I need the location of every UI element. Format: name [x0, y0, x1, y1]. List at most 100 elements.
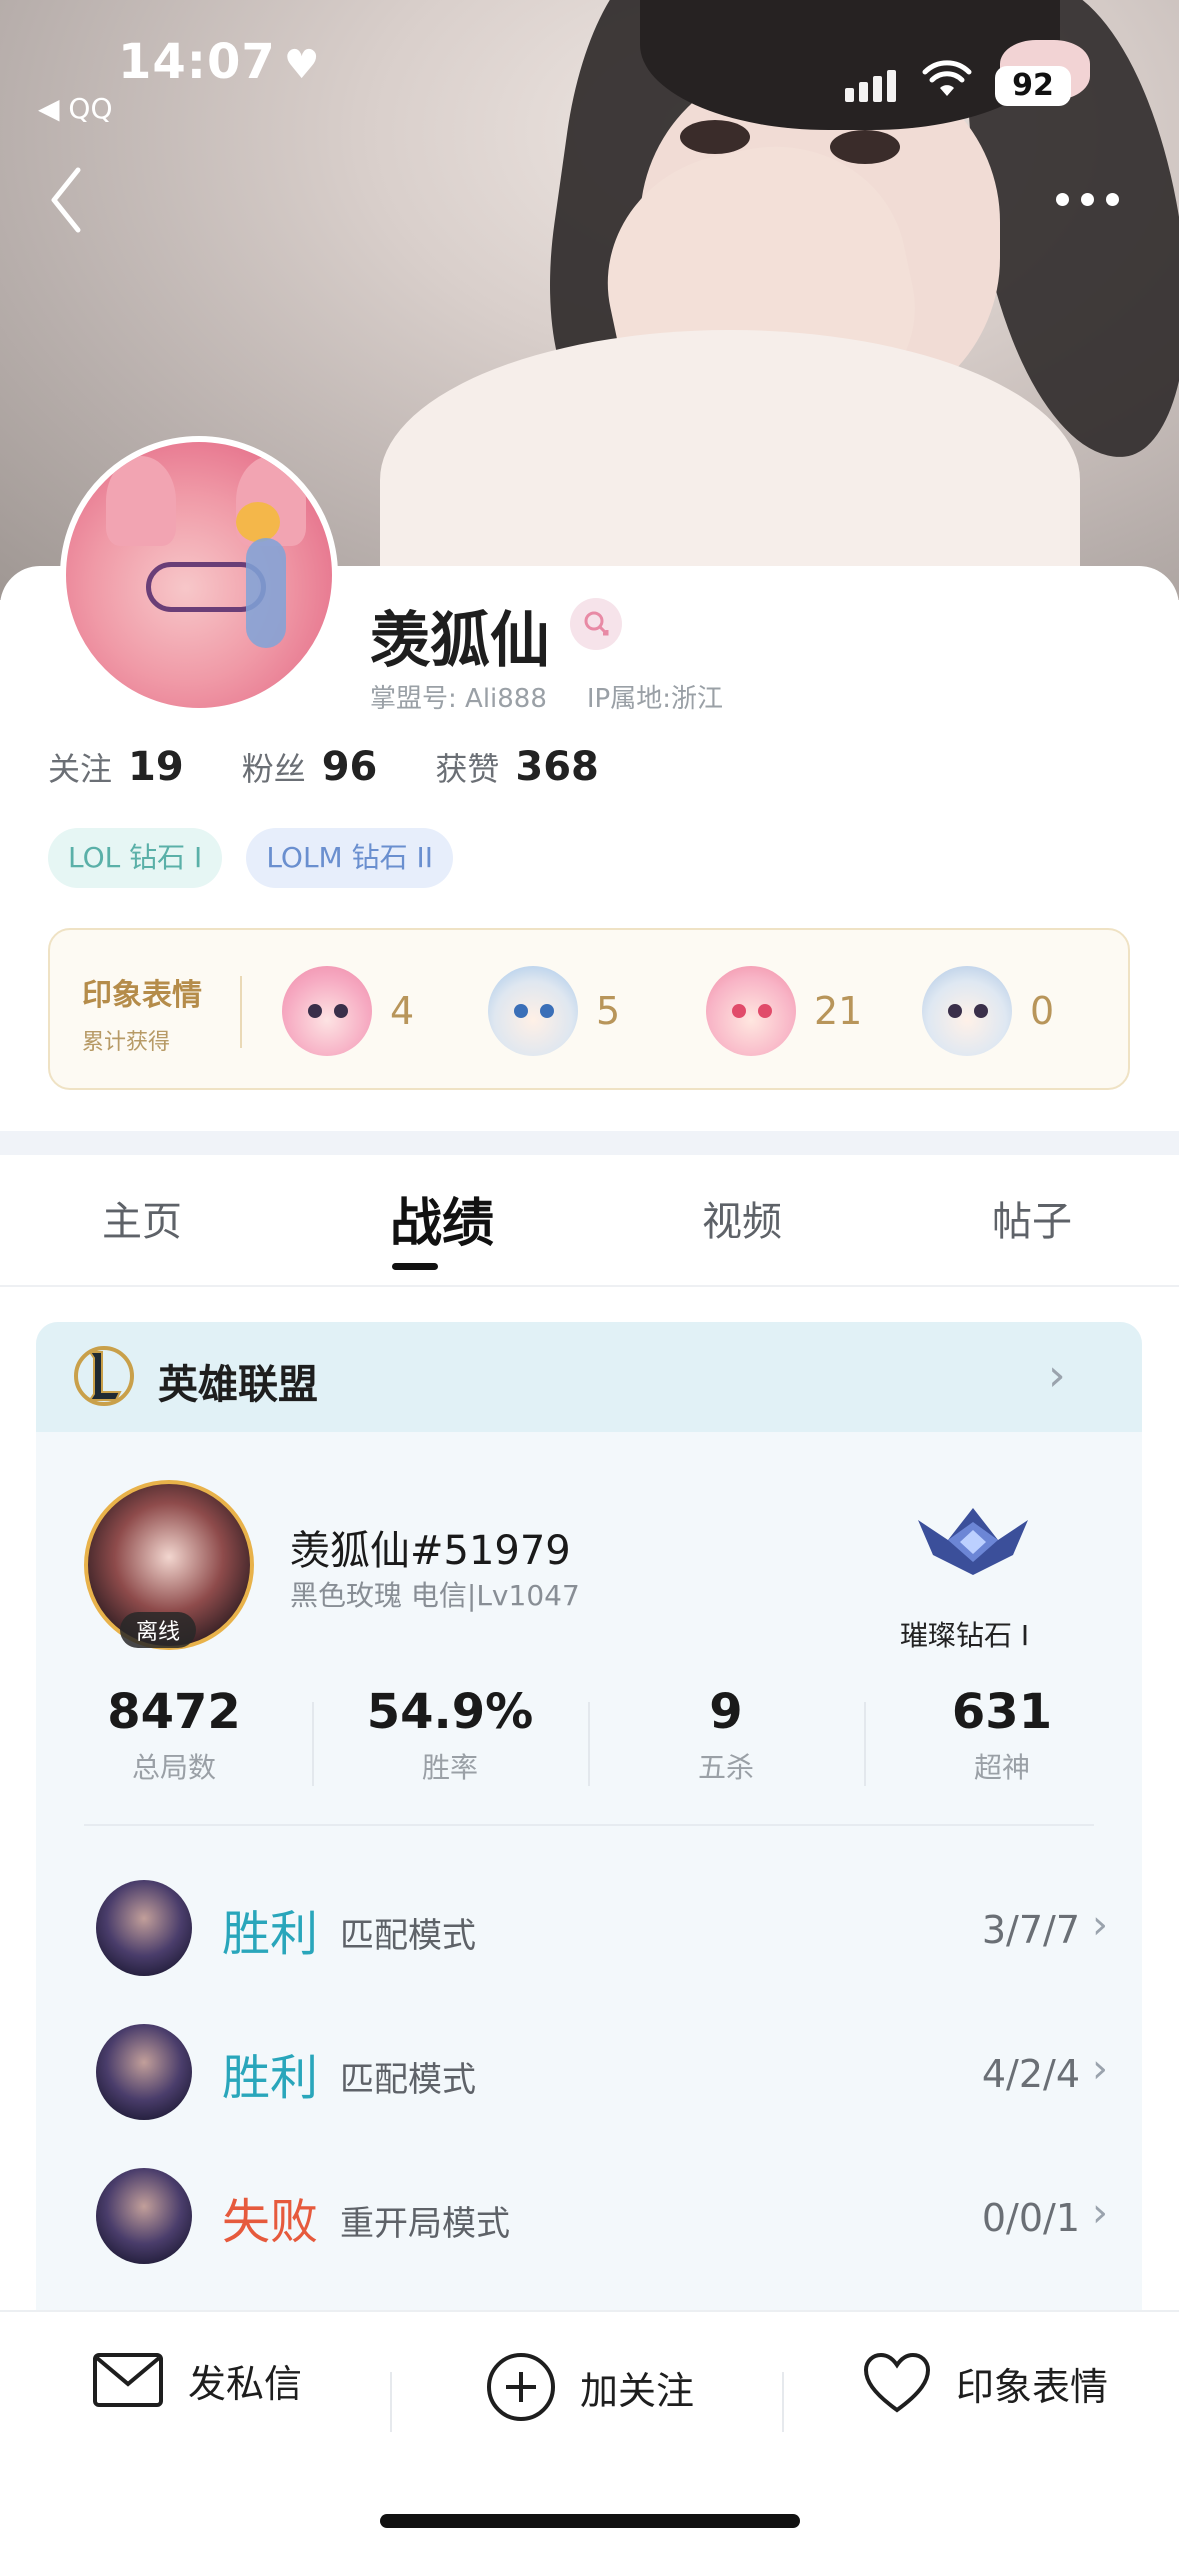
- user-avatar[interactable]: [60, 436, 338, 714]
- match-result: 失败: [222, 2194, 319, 2250]
- match-row[interactable]: 失败 重开局模式 0/0/1 ›: [36, 2156, 1142, 2276]
- game-title: 英雄联盟: [158, 1362, 318, 1408]
- kpi-label: 总局数: [131, 1751, 216, 1784]
- profile-stats: 关注 19 粉丝 96 获赞 368: [48, 744, 599, 790]
- kpi-value: 8472: [107, 1684, 241, 1740]
- tab-videos[interactable]: 视频: [702, 1189, 782, 1247]
- kpi-label: 五杀: [697, 1751, 754, 1784]
- ip-location: 浙江: [671, 684, 724, 714]
- stat-label: 获赞: [435, 750, 500, 788]
- divider: [240, 976, 242, 1048]
- impression-emoji-label: 印象表情: [956, 2364, 1109, 2409]
- match-kda: 4/2/4: [981, 2052, 1080, 2096]
- stat-likes: 获赞 368: [435, 744, 599, 790]
- kpi-value: 54.9%: [366, 1684, 534, 1740]
- ip-label: IP属地:: [586, 684, 671, 714]
- tab-posts[interactable]: 帖子: [992, 1189, 1072, 1247]
- kpi-total-games: 8472 总局数: [36, 1684, 312, 1786]
- tier-name: 璀璨钻石 I: [900, 1619, 1030, 1652]
- match-mode: 匹配模式: [340, 2060, 476, 2100]
- kpi-row: 8472 总局数 54.9% 胜率 9 五杀 631 超神: [36, 1684, 1142, 1794]
- chevron-right-icon: ›: [1092, 2190, 1108, 2236]
- match-row[interactable]: 胜利 匹配模式 4/2/4 ›: [36, 2012, 1142, 2132]
- match-kda: 3/7/7: [981, 1908, 1080, 1952]
- impression-count: 5: [596, 989, 621, 1033]
- send-message-button[interactable]: 发私信: [92, 2352, 302, 2408]
- match-row[interactable]: 胜利 匹配模式 3/7/7 ›: [36, 1868, 1142, 1988]
- account-id: Ali888: [465, 684, 547, 714]
- follow-button[interactable]: 加关注: [486, 2352, 694, 2422]
- chevron-right-icon: ›: [1092, 2046, 1108, 2092]
- profile-meta: 掌盟号: Ali888 IP属地:浙江: [370, 678, 723, 715]
- female-gender-icon: [570, 598, 622, 650]
- divider: [782, 2372, 784, 2432]
- section-divider: [0, 1131, 1179, 1155]
- kpi-pentakills: 9 五杀: [588, 1684, 864, 1786]
- back-arrow-icon[interactable]: [44, 160, 94, 240]
- champion-avatar: [96, 1880, 192, 1976]
- stat-value: 19: [128, 744, 184, 790]
- back-to-app-link[interactable]: ◀ QQ: [38, 92, 113, 125]
- impression-item[interactable]: 4: [282, 966, 414, 1056]
- game-record-card: 英雄联盟 › 离线 羡狐仙#51979 黑色玫瑰 电信|Lv1047 璀璨钻石 …: [36, 1322, 1142, 2322]
- champion-avatar: [96, 2024, 192, 2120]
- stat-following[interactable]: 关注 19: [48, 744, 184, 790]
- match-mode: 匹配模式: [340, 1916, 476, 1956]
- rank-tag-lolm[interactable]: LOLM 钻石 II: [246, 828, 454, 888]
- impression-item[interactable]: 5: [488, 966, 620, 1056]
- league-of-legends-logo-icon: [74, 1346, 134, 1406]
- match-kda: 0/0/1: [981, 2196, 1080, 2240]
- stat-label: 粉丝: [241, 750, 306, 788]
- divider: [390, 2372, 392, 2432]
- heart-icon: ♥: [283, 42, 321, 88]
- active-tab-indicator: [392, 1263, 438, 1270]
- tab-home[interactable]: 主页: [102, 1189, 182, 1247]
- kpi-value: 9: [709, 1684, 743, 1740]
- summoner-server: 黑色玫瑰 电信|Lv1047: [290, 1579, 580, 1612]
- stat-value: 368: [515, 744, 599, 790]
- impression-count: 4: [390, 989, 415, 1033]
- impression-emoji-button[interactable]: 印象表情: [862, 2352, 1108, 2414]
- rank-tag-lol[interactable]: LOL 钻石 I: [48, 828, 223, 888]
- match-result: 胜利: [222, 2050, 319, 2106]
- stat-label: 关注: [48, 750, 113, 788]
- stat-value: 96: [321, 744, 378, 790]
- wifi-icon: [922, 60, 972, 96]
- more-options-icon[interactable]: [1056, 184, 1136, 214]
- kpi-label: 胜率: [421, 1751, 478, 1784]
- impression-item[interactable]: 21: [706, 966, 862, 1056]
- home-indicator[interactable]: [380, 2514, 800, 2528]
- diamond-tier-emblem-icon: [918, 1508, 1028, 1575]
- tab-records[interactable]: 战绩: [390, 1181, 494, 1256]
- game-card-header[interactable]: 英雄联盟 ›: [36, 1322, 1142, 1432]
- impression-emoji-panel[interactable]: 印象表情 累计获得 4 5 21 0: [48, 928, 1130, 1090]
- kpi-value: 631: [951, 1684, 1053, 1740]
- chevron-right-icon: ›: [1092, 1902, 1108, 1948]
- account-label: 掌盟号:: [370, 684, 457, 714]
- kpi-label: 超神: [973, 1751, 1030, 1784]
- divider: [84, 1824, 1094, 1826]
- match-mode: 重开局模式: [340, 2204, 510, 2244]
- gg-boy-emoji-icon: [922, 966, 1012, 1056]
- envelope-icon: [93, 2353, 163, 2407]
- cellular-signal-icon: [845, 70, 896, 102]
- impression-subtitle: 累计获得: [82, 1030, 171, 1055]
- impression-item[interactable]: 0: [922, 966, 1054, 1056]
- match-result: 胜利: [222, 1906, 319, 1962]
- blush-girl-emoji-icon: [282, 966, 372, 1056]
- send-message-label: 发私信: [188, 2361, 303, 2406]
- online-status-badge: 离线: [120, 1612, 197, 1648]
- waving-boy-emoji-icon: [488, 966, 578, 1056]
- follow-label: 加关注: [580, 2368, 695, 2413]
- status-time: 14:07 ♥: [118, 34, 321, 90]
- summoner-name: 羡狐仙#51979: [290, 1528, 571, 1574]
- profile-username: 羡狐仙: [370, 606, 550, 676]
- chevron-right-icon: ›: [1048, 1350, 1066, 1401]
- rank-tags: LOL 钻石 I LOLM 钻石 II: [48, 828, 454, 888]
- plus-circle-icon: [487, 2353, 555, 2421]
- impression-count: 21: [814, 989, 863, 1033]
- impression-title: 印象表情: [82, 978, 202, 1013]
- champion-avatar: [96, 2168, 192, 2264]
- status-bar: 14:07 ♥ ◀ QQ 92: [0, 0, 1179, 130]
- stat-followers[interactable]: 粉丝 96: [242, 744, 378, 790]
